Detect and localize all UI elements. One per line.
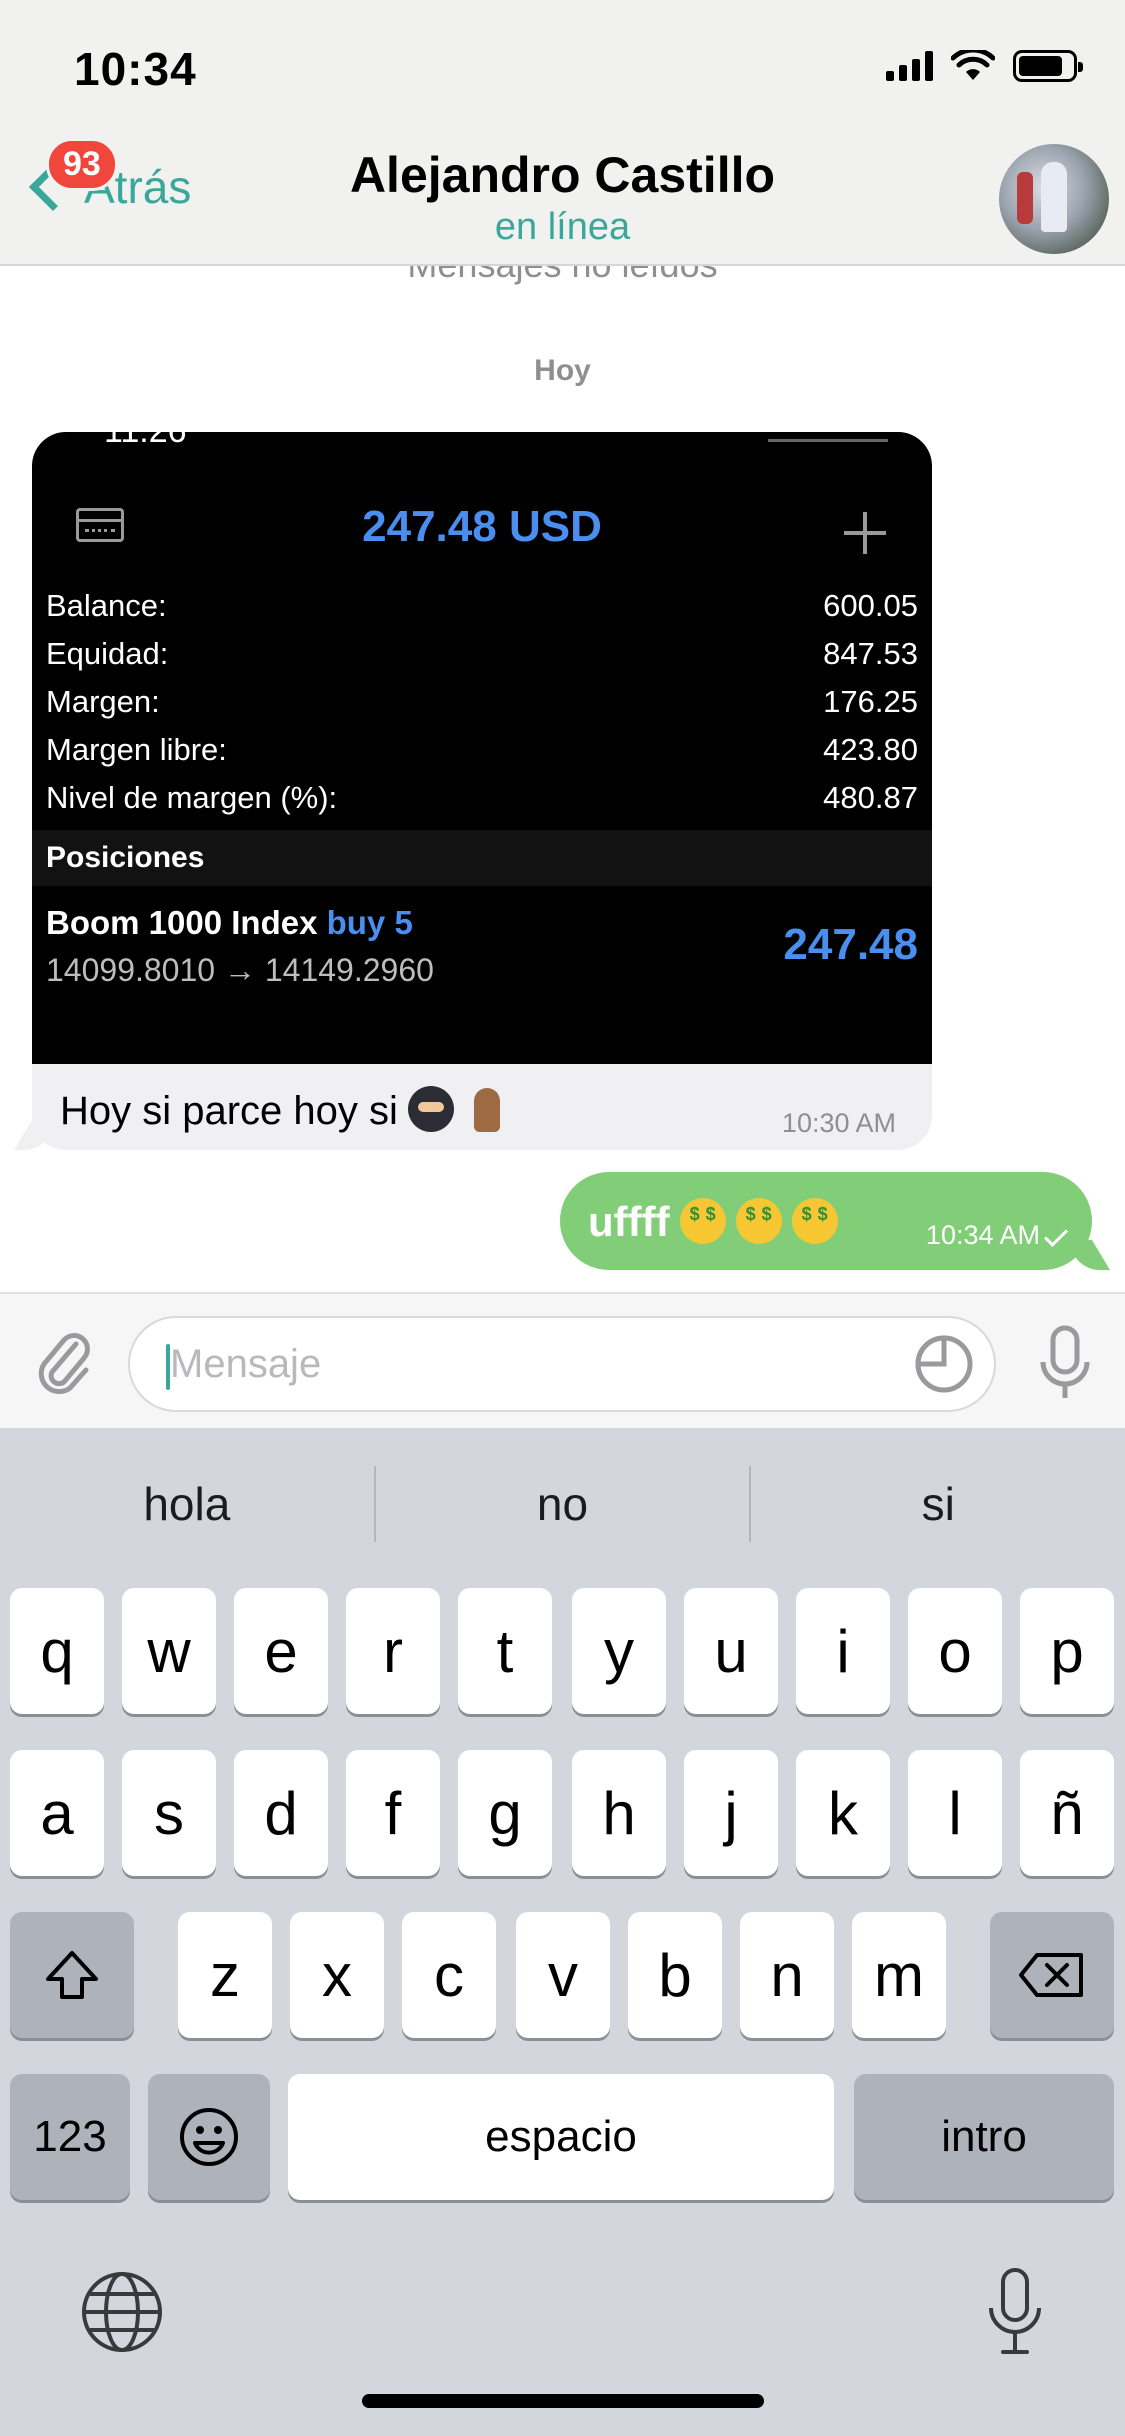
key-i[interactable]: i [796, 1588, 890, 1714]
suggestion-bar: hola no si [0, 1428, 1125, 1580]
key-y[interactable]: y [572, 1588, 666, 1714]
account-row: Nivel de margen (%): 480.87 [46, 780, 918, 815]
outgoing-text: uffff [588, 1198, 838, 1246]
key-n[interactable]: n [740, 1912, 834, 2038]
folded-hands-emoji-icon [464, 1086, 510, 1132]
paperclip-icon[interactable] [36, 1328, 92, 1398]
day-label: Hoy [534, 354, 591, 387]
money-mouth-emoji-icon [679, 1198, 726, 1244]
key-v[interactable]: v [516, 1912, 610, 2038]
microphone-icon[interactable] [1035, 1324, 1095, 1404]
chat-title[interactable]: Alejandro Castillo [0, 146, 1125, 204]
position-name: Boom 1000 Index buy 5 [46, 904, 413, 941]
wifi-icon [951, 50, 995, 80]
key-m[interactable]: m [852, 1912, 946, 2038]
position-side: buy 5 [326, 904, 413, 941]
money-mouth-emoji-icon [791, 1198, 838, 1244]
account-row: Margen: 176.25 [46, 684, 918, 719]
keyboard: hola no si q w e r t y u i o p a s d f g… [0, 1428, 1125, 2436]
key-n-tilde[interactable]: ñ [1020, 1750, 1114, 1876]
key-a[interactable]: a [10, 1750, 104, 1876]
key-j[interactable]: j [684, 1750, 778, 1876]
space-key[interactable]: espacio [288, 2074, 834, 2200]
key-s[interactable]: s [122, 1750, 216, 1876]
emoji-icon [180, 2108, 238, 2166]
key-p[interactable]: p [1020, 1588, 1114, 1714]
return-key[interactable]: intro [854, 2074, 1114, 2200]
key-u[interactable]: u [684, 1588, 778, 1714]
positions-header: Posiciones [32, 830, 932, 886]
message-photo[interactable]: 11:26 247.48 USD Balance: 600.05 Equidad… [32, 432, 932, 1064]
chat-history[interactable]: Mensajes no leídos Hoy 11:26 247.48 USD … [0, 266, 1125, 1292]
navigation-header: 10:34 Atrás 93 Alejandro Castillo en lín… [0, 0, 1125, 266]
suggestion-item[interactable]: si [751, 1477, 1125, 1531]
key-d[interactable]: d [234, 1750, 328, 1876]
incoming-text: Hoy si parce hoy si [60, 1086, 510, 1134]
key-w[interactable]: w [122, 1588, 216, 1714]
backspace-icon [1019, 1953, 1083, 1997]
position-profit: 247.48 [783, 920, 918, 969]
key-k[interactable]: k [796, 1750, 890, 1876]
position-prices: 14099.8010 → 14149.2960 [46, 952, 434, 988]
plus-icon [844, 512, 886, 554]
key-o[interactable]: o [908, 1588, 1002, 1714]
battery-icon [1013, 50, 1083, 82]
message-placeholder: Mensaje [170, 1342, 322, 1386]
cellular-signal-icon [886, 51, 933, 81]
account-row: Margen libre: 423.80 [46, 732, 918, 767]
photo-status-icons [768, 432, 888, 442]
account-row: Equidad: 847.53 [46, 636, 918, 671]
avatar[interactable] [999, 144, 1109, 254]
key-x[interactable]: x [290, 1912, 384, 2038]
photo-status-time: 11:26 [104, 432, 187, 451]
outgoing-timestamp: 10:34 AM [926, 1220, 1069, 1251]
status-icons [886, 50, 1083, 82]
key-z[interactable]: z [178, 1912, 272, 2038]
numbers-key[interactable]: 123 [10, 2074, 130, 2200]
key-e[interactable]: e [234, 1588, 328, 1714]
shift-key[interactable] [10, 1912, 134, 2038]
dictation-mic-icon[interactable] [985, 2266, 1045, 2358]
key-b[interactable]: b [628, 1912, 722, 2038]
key-c[interactable]: c [402, 1912, 496, 2038]
globe-icon[interactable] [80, 2270, 164, 2354]
incoming-timestamp: 10:30 AM [781, 1108, 896, 1138]
key-r[interactable]: r [346, 1588, 440, 1714]
outgoing-message[interactable]: uffff 10:34 AM [560, 1172, 1092, 1270]
incoming-message[interactable]: 11:26 247.48 USD Balance: 600.05 Equidad… [32, 432, 932, 1150]
message-input[interactable]: Mensaje [128, 1316, 996, 1412]
key-t[interactable]: t [458, 1588, 552, 1714]
account-total: 247.48 USD [362, 502, 602, 551]
key-l[interactable]: l [908, 1750, 1002, 1876]
chat-status: en línea [494, 206, 631, 248]
key-f[interactable]: f [346, 1750, 440, 1876]
key-g[interactable]: g [458, 1750, 552, 1876]
account-row: Balance: 600.05 [46, 588, 918, 623]
suggestion-item[interactable]: hola [0, 1477, 374, 1531]
shift-icon [46, 1951, 98, 1999]
suggestion-item[interactable]: no [376, 1477, 750, 1531]
delete-key[interactable] [990, 1912, 1114, 2038]
message-composer: Mensaje [0, 1292, 1125, 1428]
sent-check-icon [1043, 1222, 1069, 1248]
ninja-emoji-icon [407, 1086, 454, 1132]
key-h[interactable]: h [572, 1750, 666, 1876]
emoji-key[interactable] [148, 2074, 270, 2200]
money-mouth-emoji-icon [735, 1198, 782, 1244]
key-q[interactable]: q [10, 1588, 104, 1714]
home-indicator[interactable] [362, 2394, 764, 2408]
unread-separator: Mensajes no leídos [0, 266, 1125, 286]
sticker-icon[interactable] [914, 1334, 974, 1394]
status-time: 10:34 [74, 43, 197, 95]
